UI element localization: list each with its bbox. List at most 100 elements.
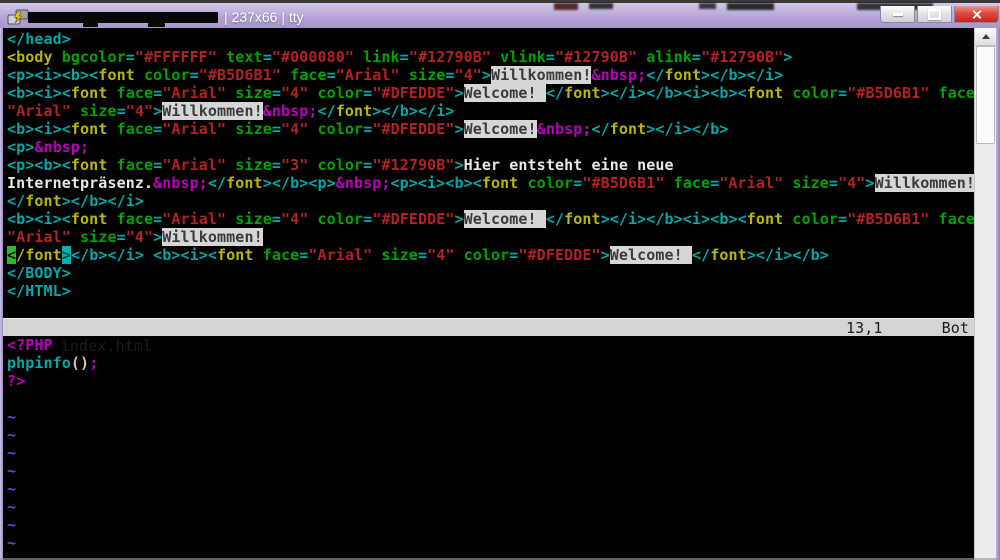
code-segment: = [326,66,336,84]
empty-buffer-tilde-line: ~ [3,408,974,426]
terminal-screen[interactable]: </head> <body bgcolor="#FFFFFF" text="#00… [3,28,974,560]
code-segment: </ [646,66,665,84]
code-segment: = [271,156,281,174]
code-segment: > [865,174,875,192]
window-titlebar[interactable]: | 237x66 | tty [0,0,1000,28]
code-segment: "4" [454,66,482,84]
scrollbar-up-button[interactable] [975,28,996,46]
code-segment: > [454,156,464,174]
code-segment: </ [545,84,565,102]
code-segment: font [481,174,519,192]
code-segment: face [107,210,154,228]
vertical-scrollbar[interactable] [974,28,996,560]
vim-bottom-window-php: <?PHPphpinfo();?>~~~~~~~~~ [3,336,974,560]
search-highlighted-text: Welcome! [463,210,546,228]
code-segment: "Arial" [308,246,373,264]
code-segment: = [828,174,839,192]
minimize-icon [892,12,903,16]
code-segment: </b></i> <b><i>< [70,246,218,264]
code-line: phpinfo(); [3,354,974,372]
empty-buffer-tilde-line: ~ [3,534,974,552]
close-icon [971,9,982,20]
statusline-filename: index.html [60,337,153,355]
code-line: "Arial" size="4">Willkommen!&nbsp;</font… [3,102,974,120]
code-line: <b><i><font face="Arial" size="4" color=… [3,210,974,228]
code-segment: "Arial" [335,66,400,84]
code-segment: color [308,156,364,174]
code-segment: > [454,84,464,102]
code-segment: font [25,192,62,210]
code-segment: = [125,48,135,66]
code-segment: <p><b>< [7,156,71,174]
code-segment: = [271,120,281,138]
code-segment: alink [637,48,692,66]
scrollbar-thumb[interactable] [976,46,995,144]
code-segment: color [454,246,510,264]
code-segment: <b><i>< [7,84,71,102]
code-segment: bgcolor [52,48,126,66]
code-segment: face [107,84,154,102]
code-segment: font [664,66,702,84]
code-segment: font [564,84,601,102]
code-segment: &nbsp; [34,138,90,156]
close-button[interactable] [954,6,999,23]
screenshot-artifact [727,3,774,10]
code-segment: = [153,84,163,102]
code-segment: ></b></i> [61,192,144,210]
code-segment: <p><i><b>< [7,66,99,84]
code-segment: ~ [7,480,17,498]
putty-app-icon[interactable] [7,8,29,27]
code-segment: ~ [7,534,17,552]
code-segment: "4" [280,84,309,102]
empty-buffer-tilde-line: ~ [3,462,974,480]
code-segment: font [564,210,601,228]
empty-buffer-tilde-line: ~ [3,516,974,534]
arrow-up-icon [981,34,990,39]
code-segment: </HTML> [7,282,71,300]
redaction-mark [148,23,165,27]
code-segment: </ [207,174,227,192]
maximize-icon [928,8,941,20]
code-segment: color [518,174,574,192]
code-line: </HTML> [3,282,974,300]
code-segment: = [573,174,583,192]
code-segment: &nbsp; [335,174,391,192]
minimize-button[interactable] [880,6,915,23]
code-segment: () [70,354,90,372]
empty-buffer-tilde-line: ~ [3,480,974,498]
code-segment: "#12790B" [554,48,638,66]
code-segment: </ [691,246,711,264]
code-segment: = [363,120,373,138]
screenshot-artifact [589,3,613,9]
code-segment: = [153,210,163,228]
code-segment: ></i></b><i><b>< [600,84,747,102]
code-segment: <b><i>< [7,210,71,228]
code-segment: <b><i>< [7,120,71,138]
screenshot-artifact [554,3,578,10]
code-line: </head> [3,30,974,48]
code-segment: size [226,156,272,174]
code-segment: ></i></b> [646,120,729,138]
code-segment: "#DFEDDE" [518,246,601,264]
code-segment: = [417,246,428,264]
code-segment: > [153,102,163,120]
code-segment: > [454,120,464,138]
code-segment: color [308,84,364,102]
code-segment: font [335,102,373,120]
code-segment: text [217,48,263,66]
code-segment: size [70,228,117,246]
code-segment: <p> [7,138,35,156]
search-highlighted-text: Willkommen! [491,66,592,84]
code-segment: "#12790B" [408,48,491,66]
window-title: | 237x66 | tty [224,9,304,25]
code-segment: = [838,210,848,228]
code-segment: "#B5D6B1" [847,84,930,102]
code-segment: Internetpräsenz. [7,174,154,192]
code-segment: ~ [7,426,17,444]
code-segment: </ [545,210,565,228]
maximize-button[interactable] [917,6,952,23]
code-segment: color [308,120,364,138]
code-segment: ></b></i> [701,66,784,84]
code-segment: link [354,48,400,66]
